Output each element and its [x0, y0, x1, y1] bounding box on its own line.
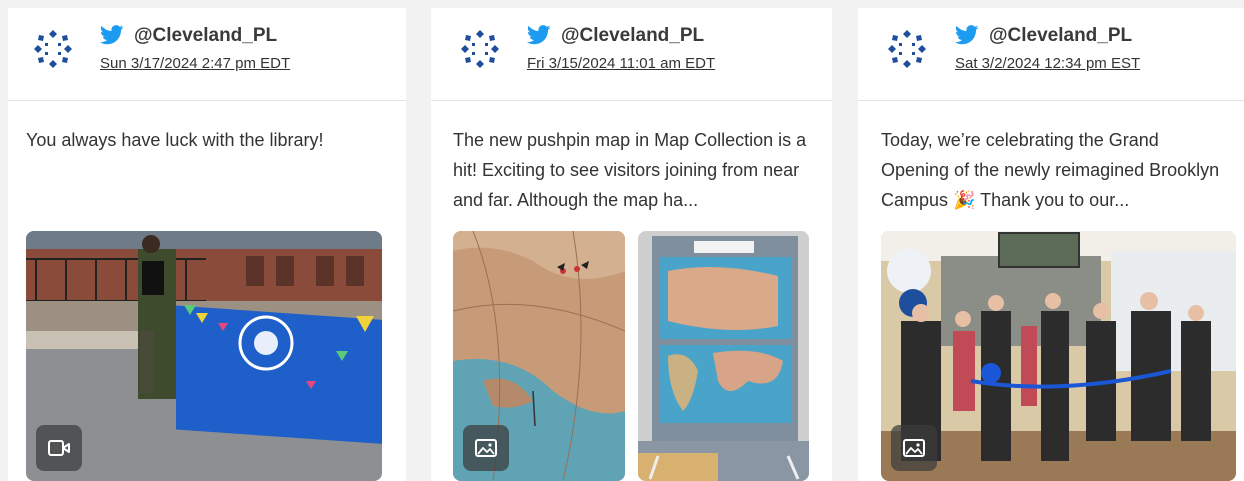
map-board-photo	[638, 231, 809, 481]
post-image-thumbnail[interactable]	[638, 231, 809, 481]
post-text: The new pushpin map in Map Collection is…	[453, 130, 807, 210]
post-card[interactable]: @Cleveland_PL Fri 3/15/2024 11:01 am EDT…	[431, 8, 832, 481]
library-logo-avatar[interactable]	[455, 24, 505, 74]
account-handle[interactable]: @Cleveland_PL	[561, 25, 704, 47]
post-header: @Cleveland_PL Fri 3/15/2024 11:01 am EDT	[431, 8, 832, 101]
post-date-link[interactable]: Sun 3/17/2024 2:47 pm EDT	[100, 55, 290, 72]
video-icon	[48, 440, 70, 456]
post-header: @Cleveland_PL Sun 3/17/2024 2:47 pm EDT	[8, 8, 406, 101]
library-logo-avatar[interactable]	[28, 24, 78, 74]
post-text: Today, we’re celebrating the Grand Openi…	[881, 130, 1220, 210]
account-handle[interactable]: @Cleveland_PL	[134, 25, 277, 47]
post-text: You always have luck with the library!	[26, 130, 324, 150]
video-type-badge	[36, 425, 82, 471]
post-video-thumbnail[interactable]	[26, 231, 382, 481]
image-icon	[475, 439, 497, 457]
twitter-icon	[955, 25, 979, 45]
twitter-icon	[527, 25, 551, 45]
post-date-link[interactable]: Sat 3/2/2024 12:34 pm EST	[955, 55, 1140, 72]
twitter-icon	[100, 25, 124, 45]
post-card[interactable]: @Cleveland_PL Sat 3/2/2024 12:34 pm EST …	[858, 8, 1244, 481]
post-image-thumbnail[interactable]	[453, 231, 625, 481]
image-type-badge	[891, 425, 937, 471]
account-handle[interactable]: @Cleveland_PL	[989, 25, 1132, 47]
image-type-badge	[463, 425, 509, 471]
post-header: @Cleveland_PL Sat 3/2/2024 12:34 pm EST	[858, 8, 1244, 101]
image-icon	[903, 439, 925, 457]
post-image-thumbnail[interactable]	[881, 231, 1236, 481]
post-date-link[interactable]: Fri 3/15/2024 11:01 am EDT	[527, 55, 715, 72]
library-logo-avatar[interactable]	[882, 24, 932, 74]
post-card[interactable]: @Cleveland_PL Sun 3/17/2024 2:47 pm EDT …	[8, 8, 406, 481]
